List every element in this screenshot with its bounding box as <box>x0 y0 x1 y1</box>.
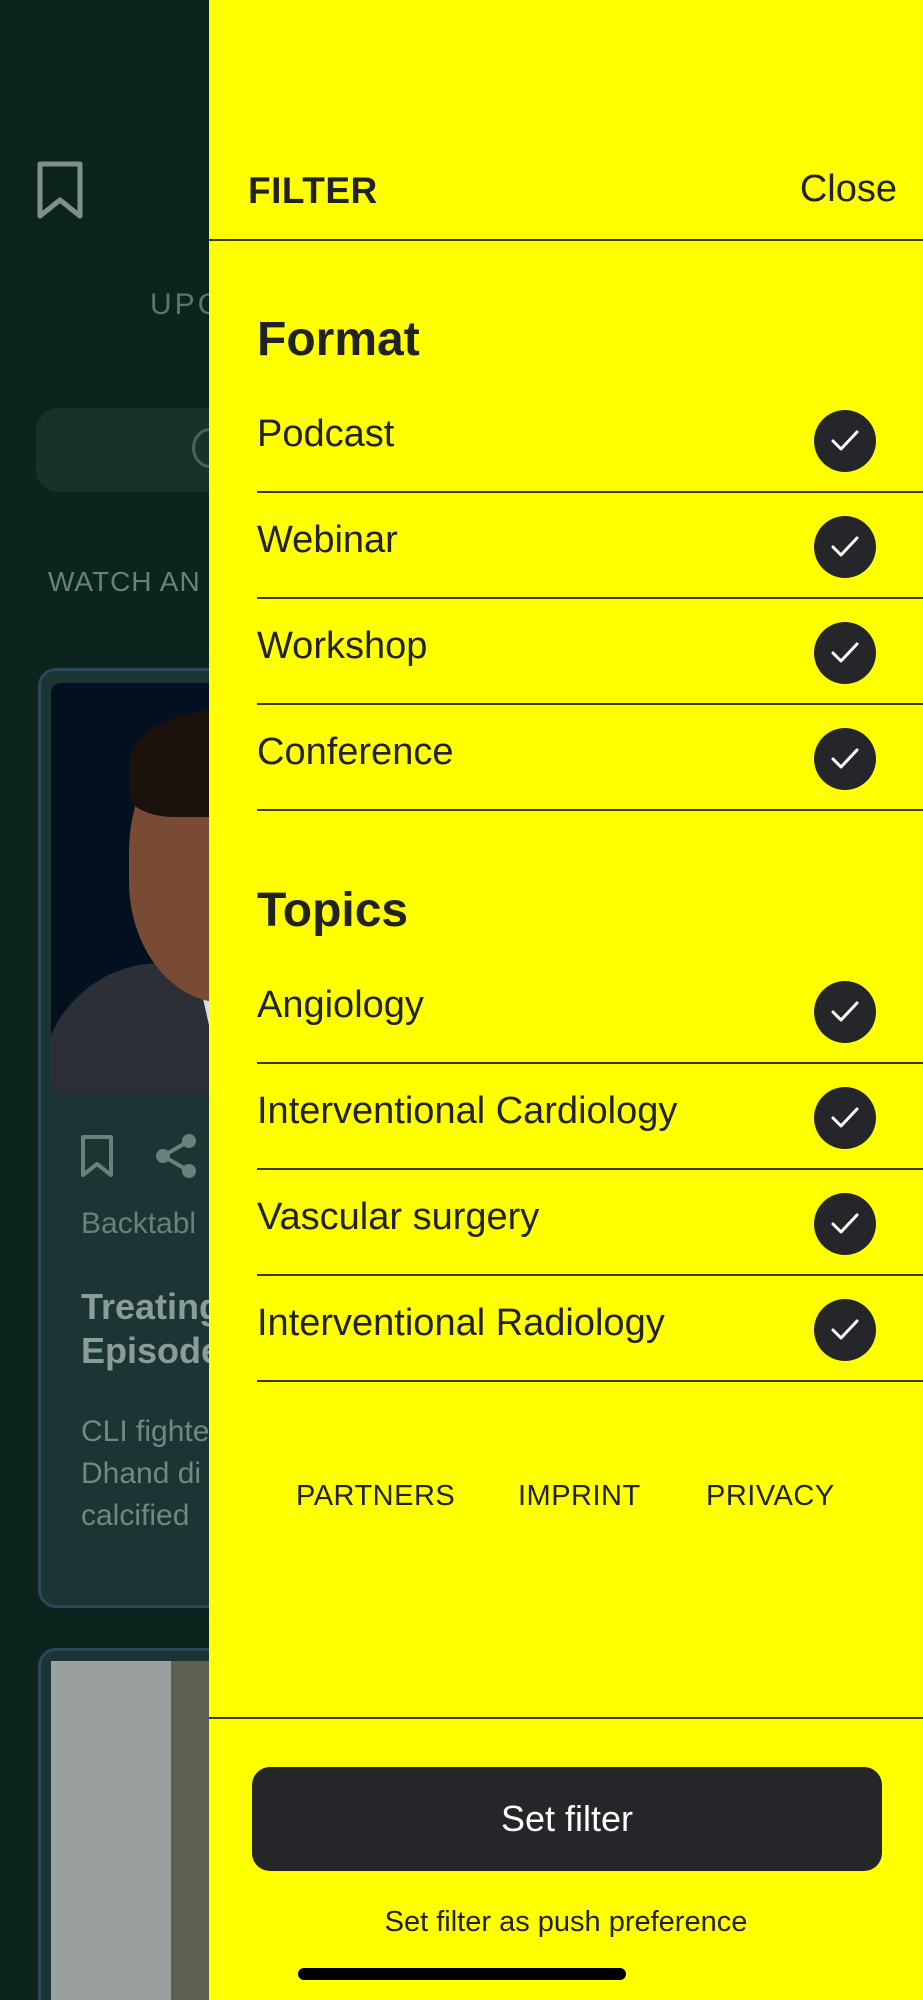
option-label: Webinar <box>257 519 398 561</box>
option-row-podcast[interactable]: Podcast <box>257 387 923 493</box>
option-row-interventional-cardiology[interactable]: Interventional Cardiology <box>257 1064 923 1170</box>
card-title: Treating Episode <box>81 1286 222 1371</box>
set-filter-button[interactable]: Set filter <box>252 1767 882 1871</box>
checkbox-checked-icon[interactable] <box>814 981 876 1043</box>
checkbox-checked-icon[interactable] <box>814 1193 876 1255</box>
option-row-interventional-radiology[interactable]: Interventional Radiology <box>257 1276 923 1382</box>
option-row-conference[interactable]: Conference <box>257 705 923 811</box>
option-label: Angiology <box>257 984 424 1026</box>
share-icon <box>156 1134 196 1178</box>
checkbox-checked-icon[interactable] <box>814 728 876 790</box>
option-label: Conference <box>257 731 454 773</box>
option-row-workshop[interactable]: Workshop <box>257 599 923 705</box>
privacy-link[interactable]: PRIVACY <box>706 1480 835 1513</box>
footer-links: PARTNERS IMPRINT PRIVACY <box>209 1480 923 1520</box>
partners-link[interactable]: PARTNERS <box>296 1480 455 1513</box>
checkbox-checked-icon[interactable] <box>814 1299 876 1361</box>
option-row-vascular-surgery[interactable]: Vascular surgery <box>257 1170 923 1276</box>
bookmark-icon <box>81 1135 113 1177</box>
option-label: Workshop <box>257 625 428 667</box>
option-label: Vascular surgery <box>257 1196 540 1238</box>
checkbox-checked-icon[interactable] <box>814 1087 876 1149</box>
format-heading: Format <box>257 313 420 366</box>
option-row-webinar[interactable]: Webinar <box>257 493 923 599</box>
option-label: Podcast <box>257 413 395 455</box>
filter-panel: FILTER Close Format Podcast Webinar Worksh… <box>209 0 923 2000</box>
background-section-title: WATCH AN <box>48 566 201 597</box>
option-row-angiology[interactable]: Angiology <box>257 958 923 1064</box>
option-label: Interventional Radiology <box>257 1302 665 1344</box>
option-label: Interventional Cardiology <box>257 1090 678 1132</box>
filter-actions: Set filter Set filter as push preference <box>209 1717 923 2000</box>
card-source: Backtabl <box>81 1207 197 1240</box>
home-indicator <box>298 1968 626 1980</box>
card-description: CLI fighte Dhand di calcified <box>81 1415 210 1532</box>
imprint-link[interactable]: IMPRINT <box>518 1480 641 1513</box>
checkbox-checked-icon[interactable] <box>814 410 876 472</box>
close-button[interactable]: Close <box>800 168 897 211</box>
checkbox-checked-icon[interactable] <box>814 622 876 684</box>
filter-header: FILTER Close <box>209 0 923 241</box>
push-preference-link[interactable]: Set filter as push preference <box>209 1906 923 1939</box>
filter-title: FILTER <box>248 170 378 211</box>
checkbox-checked-icon[interactable] <box>814 516 876 578</box>
bookmark-icon[interactable] <box>36 160 84 220</box>
card-actions <box>81 1134 196 1178</box>
topics-heading: Topics <box>257 884 409 937</box>
